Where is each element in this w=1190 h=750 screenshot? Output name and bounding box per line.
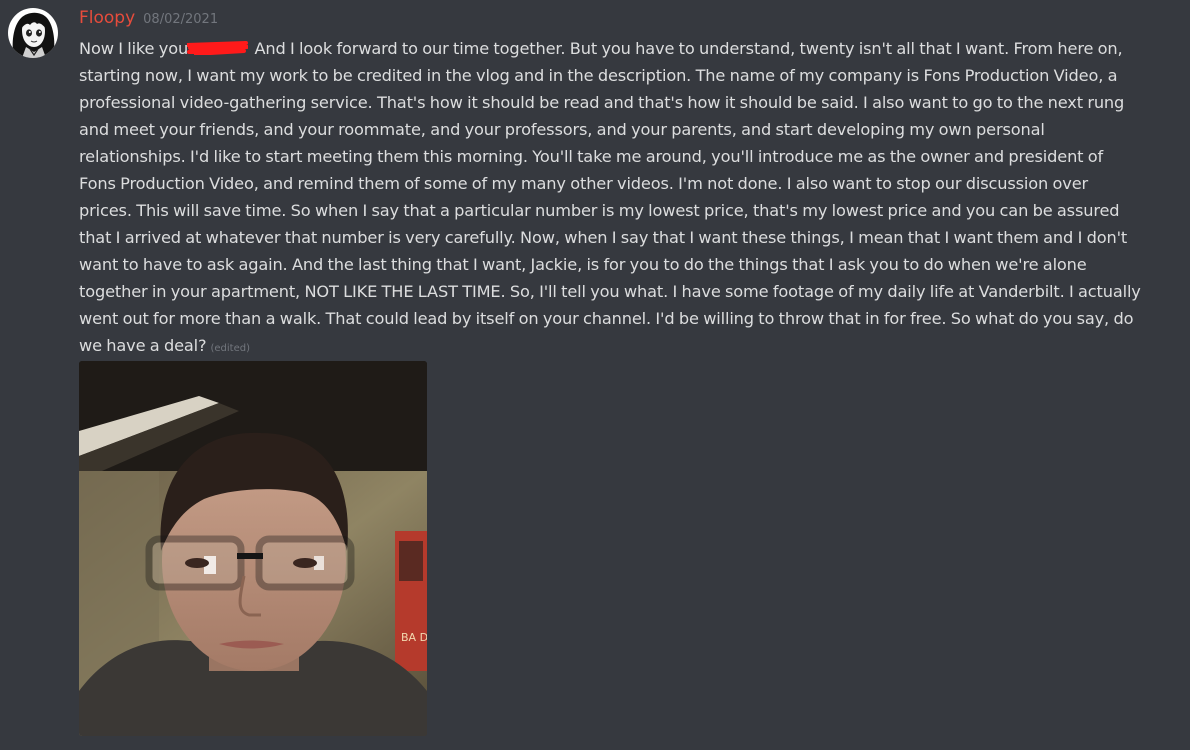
chat-message: Floopy 08/02/2021 Now I like you And I l… xyxy=(0,0,1190,750)
user-avatar[interactable] xyxy=(8,8,58,58)
message-content: Now I like you And I look forward to our… xyxy=(79,35,1141,362)
message-text-start: Now I like you xyxy=(79,39,189,58)
anime-girl-avatar-icon xyxy=(8,8,58,58)
username[interactable]: Floopy xyxy=(79,8,135,28)
timestamp[interactable]: 08/02/2021 xyxy=(143,12,218,27)
message-text-rest: And I look forward to our time together.… xyxy=(79,39,1141,355)
redaction-scribble-icon xyxy=(186,41,249,55)
edited-label: (edited) xyxy=(210,343,250,354)
selfie-photo-icon: BA DR xyxy=(79,361,427,736)
image-attachment[interactable]: BA DR xyxy=(79,361,427,736)
message-header: Floopy 08/02/2021 xyxy=(79,8,218,32)
poster-text: BA DR xyxy=(401,631,427,644)
